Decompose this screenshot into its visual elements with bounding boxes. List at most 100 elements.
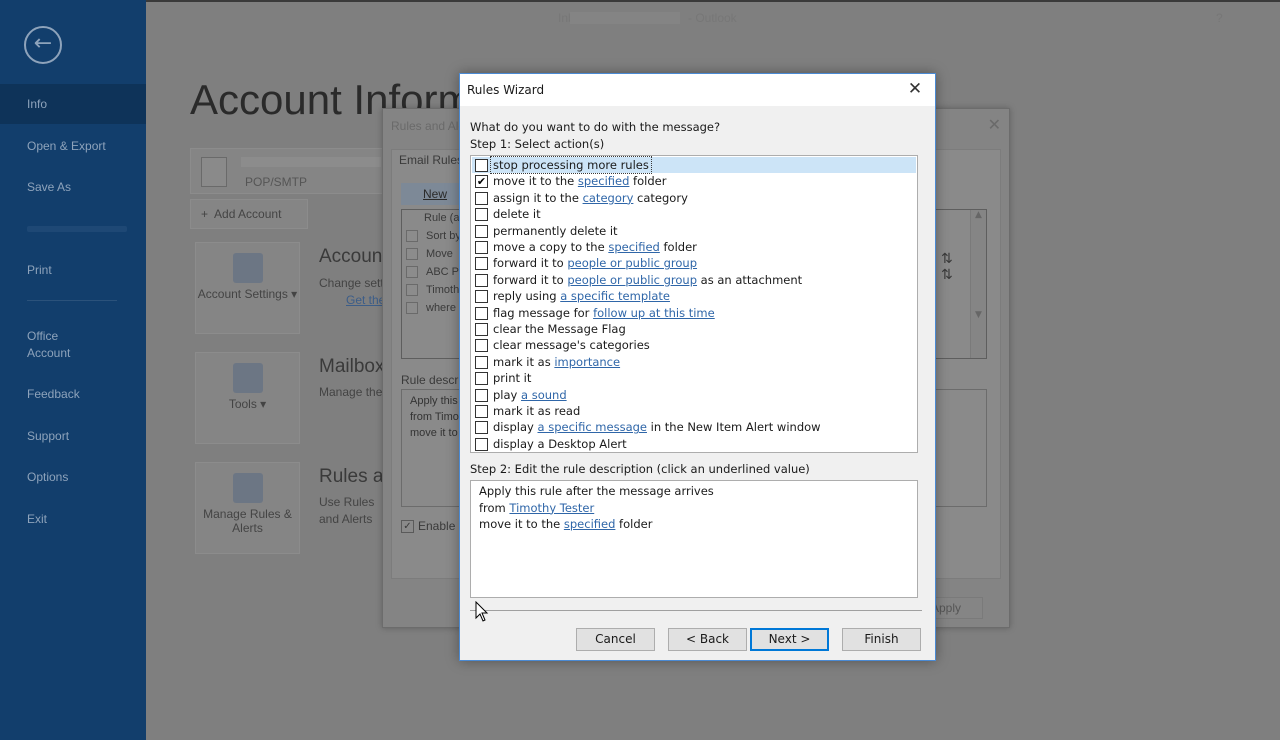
desc-line-2: from Timothy Tester xyxy=(479,500,909,517)
rules-alerts-close-icon[interactable]: ✕ xyxy=(988,115,1001,134)
account-name-redacted xyxy=(241,157,381,167)
action-label: assign it to the category category xyxy=(491,190,690,206)
sidebar-item-feedback[interactable]: Feedback xyxy=(0,387,146,401)
checkbox[interactable] xyxy=(475,405,488,418)
folder-link[interactable]: specified xyxy=(564,517,616,531)
action-item[interactable]: play a sound xyxy=(472,387,916,403)
checkbox[interactable] xyxy=(475,421,488,435)
action-item[interactable]: forward it to people or public group xyxy=(472,255,916,271)
checkbox[interactable] xyxy=(475,306,488,320)
checkbox[interactable] xyxy=(475,339,488,353)
account-selector[interactable]: POP/SMTP xyxy=(190,148,400,194)
finish-button[interactable]: Finish xyxy=(842,628,921,651)
back-button[interactable]: < Back xyxy=(668,628,747,651)
account-type: POP/SMTP xyxy=(245,175,308,189)
action-item[interactable]: flag message for follow up at this time xyxy=(472,305,916,321)
action-value-link[interactable]: people or public group xyxy=(567,256,697,270)
action-value-link[interactable]: importance xyxy=(554,355,620,369)
action-text: display a Desktop Alert xyxy=(493,436,627,451)
checkbox[interactable] xyxy=(475,159,488,172)
action-item[interactable]: forward it to people or public group as … xyxy=(472,272,916,288)
action-item[interactable]: mark it as read xyxy=(472,403,916,419)
checkbox[interactable] xyxy=(475,273,488,287)
rule-checkbox[interactable] xyxy=(406,230,418,243)
action-item[interactable]: delete it xyxy=(472,206,916,222)
close-icon[interactable]: ✕ xyxy=(905,79,925,99)
action-value-link[interactable]: people or public group xyxy=(567,273,697,287)
action-item[interactable]: clear the Message Flag xyxy=(472,321,916,337)
sidebar-item-info[interactable]: Info xyxy=(0,84,146,124)
action-item[interactable]: stop processing more rules xyxy=(472,156,916,174)
checkbox[interactable] xyxy=(475,208,488,222)
rule-row[interactable]: Timothy xyxy=(406,284,465,302)
action-item[interactable]: assign it to the category category xyxy=(472,190,916,206)
tools-tile[interactable]: Tools ▾ xyxy=(195,352,300,444)
action-value-link[interactable]: follow up at this time xyxy=(593,306,715,320)
action-item[interactable]: clear message's categories xyxy=(472,337,916,353)
checkbox[interactable] xyxy=(475,388,488,402)
sidebar-item-exit[interactable]: Exit xyxy=(0,512,146,526)
rule-checkbox[interactable] xyxy=(406,266,418,279)
rule-row[interactable]: Sort by xyxy=(406,230,461,248)
action-item[interactable]: print it xyxy=(472,370,916,386)
checkbox[interactable] xyxy=(475,290,488,304)
back-arrow-icon[interactable]: ← xyxy=(24,26,62,64)
action-item[interactable]: permanently delete it xyxy=(472,223,916,239)
sender-link[interactable]: Timothy Tester xyxy=(509,501,594,515)
move-rule-arrows-icon[interactable]: ⇅ ⇅ xyxy=(941,251,953,283)
checkbox[interactable] xyxy=(475,355,488,369)
rule-row[interactable]: ABC P xyxy=(406,266,459,284)
help-icon[interactable]: ? xyxy=(1216,11,1223,25)
next-button[interactable]: Next > xyxy=(750,628,829,651)
sidebar-item-options[interactable]: Options xyxy=(0,470,146,484)
checkbox[interactable] xyxy=(475,437,488,451)
rule-name: ABC P xyxy=(426,266,460,278)
desc-text: move it to the xyxy=(479,517,564,531)
rule-checkbox[interactable] xyxy=(406,248,418,261)
action-label: clear message's categories xyxy=(491,337,652,353)
sidebar-item-save-as[interactable]: Save As xyxy=(0,180,146,194)
action-item[interactable]: ✔ move it to the specified folder xyxy=(472,173,916,189)
checkbox[interactable] xyxy=(475,323,488,336)
plus-icon: + xyxy=(201,207,209,221)
action-value-link[interactable]: specified xyxy=(608,240,660,254)
account-settings-tile[interactable]: Account Settings ▾ xyxy=(195,242,300,334)
action-item[interactable]: move a copy to the specified folder xyxy=(472,239,916,255)
cancel-button[interactable]: Cancel xyxy=(576,628,655,651)
rules-list-scrollbar[interactable]: ▲ ▼ xyxy=(970,210,986,358)
action-item[interactable]: reply using a specific template xyxy=(472,288,916,304)
checkbox[interactable] xyxy=(475,372,488,386)
action-value-link[interactable]: a sound xyxy=(521,388,567,402)
tab-email-rules[interactable]: Email Rules xyxy=(399,153,463,167)
window-title-account-redacted xyxy=(570,12,680,24)
sidebar-item-office-account[interactable]: Office Account xyxy=(0,328,80,362)
action-text: stop processing more rules xyxy=(493,158,649,172)
checkbox[interactable] xyxy=(475,191,488,205)
manage-rules-tile[interactable]: Manage Rules & Alerts xyxy=(195,462,300,554)
rule-checkbox[interactable] xyxy=(406,284,418,297)
checkbox[interactable] xyxy=(475,257,488,271)
action-item[interactable]: display a Desktop Alert xyxy=(472,436,916,452)
rule-row[interactable]: where xyxy=(406,302,456,320)
action-value-link[interactable]: a specific template xyxy=(560,289,670,303)
new-rule-button[interactable]: New Rule... xyxy=(401,183,461,223)
sidebar-item-support[interactable]: Support xyxy=(0,429,146,443)
sidebar-item-open-export[interactable]: Open & Export xyxy=(0,139,146,153)
action-text: clear message's categories xyxy=(493,338,650,353)
rule-checkbox[interactable] xyxy=(406,302,418,315)
actions-list[interactable]: stop processing more rules ✔ move it to th… xyxy=(470,155,918,453)
rule-row[interactable]: Move xyxy=(406,248,453,266)
action-value-link[interactable]: specified xyxy=(578,174,630,188)
sidebar-item-print[interactable]: Print xyxy=(0,263,146,277)
checkbox[interactable] xyxy=(475,224,488,238)
add-account-button[interactable]: + Add Account xyxy=(190,199,308,229)
action-value-link[interactable]: category xyxy=(583,191,634,205)
action-value-link[interactable]: a specific message xyxy=(538,420,648,434)
action-label: play a sound xyxy=(491,387,569,403)
checkbox[interactable] xyxy=(475,241,488,254)
checkbox-checked[interactable]: ✔ xyxy=(475,175,488,189)
action-text: folder xyxy=(629,174,667,189)
action-item[interactable]: display a specific message in the New It… xyxy=(472,419,916,435)
action-item[interactable]: mark it as importance xyxy=(472,354,916,370)
wizard-titlebar[interactable]: Rules Wizard ✕ xyxy=(460,74,935,106)
